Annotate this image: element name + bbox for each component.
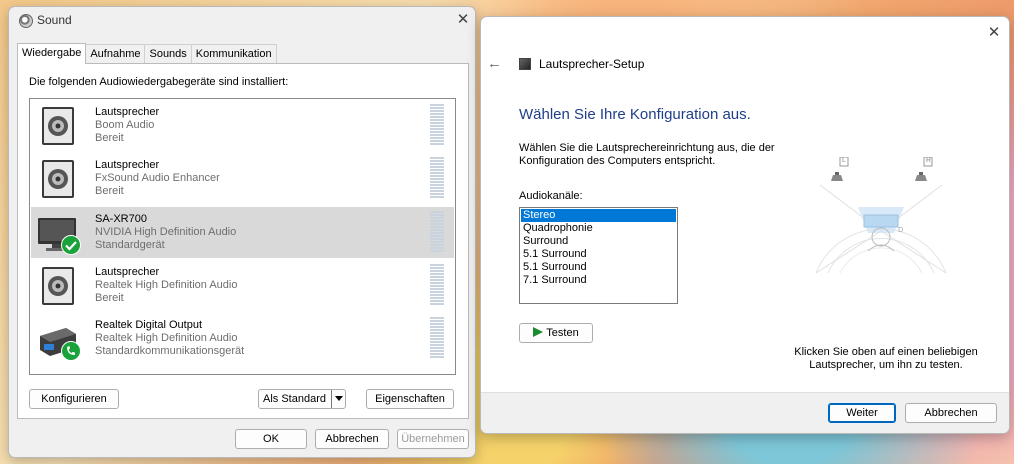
speaker-setup-dialog: ✕ ← Lautsprecher-Setup Wählen Sie Ihre K… — [480, 16, 1010, 434]
left-speaker-label: L — [842, 157, 846, 164]
left-speaker-icon[interactable] — [828, 157, 850, 185]
channel-option[interactable]: 7.1 Surround — [521, 274, 676, 287]
hint-text: Klicken Sie oben auf einen beliebigen La… — [794, 346, 978, 371]
device-driver: Realtek High Definition Audio — [95, 279, 238, 291]
device-driver: NVIDIA High Definition Audio — [95, 226, 237, 238]
channels-listbox[interactable]: Stereo Quadrophonie Surround 5.1 Surroun… — [519, 207, 678, 304]
device-row[interactable]: Lautsprecher Realtek High Definition Aud… — [31, 260, 454, 311]
device-driver: FxSound Audio Enhancer — [95, 172, 220, 184]
device-status: Standardkommunikationsgerät — [95, 345, 245, 357]
window-title: Sound — [37, 13, 72, 27]
device-driver: Realtek High Definition Audio — [95, 332, 238, 344]
cancel-button[interactable]: Abbrechen — [905, 403, 997, 423]
play-icon — [533, 327, 544, 337]
tab-aufnahme[interactable]: Aufnahme — [85, 44, 146, 63]
tab-kommunikation[interactable]: Kommunikation — [190, 44, 277, 63]
tab-wiedergabe[interactable]: Wiedergabe — [17, 43, 87, 64]
device-row[interactable]: Lautsprecher FxSound Audio Enhancer Bere… — [31, 153, 454, 204]
cancel-button[interactable]: Abbrechen — [315, 429, 389, 449]
level-meter — [430, 211, 444, 253]
configure-button[interactable]: Konfigurieren — [29, 389, 119, 409]
device-name: Lautsprecher — [95, 159, 160, 171]
channel-option[interactable]: Quadrophonie — [521, 222, 676, 235]
device-status: Standardgerät — [95, 239, 165, 251]
phone-icon — [61, 341, 81, 361]
channel-option[interactable]: 5.1 Surround — [521, 248, 676, 261]
channels-label: Audiokanäle: — [519, 190, 583, 202]
back-arrow-icon[interactable]: ← — [487, 55, 502, 72]
speaker-icon — [42, 267, 74, 305]
speaker-icon — [42, 107, 74, 145]
close-icon[interactable]: ✕ — [455, 12, 471, 28]
properties-button[interactable]: Eigenschaften — [366, 389, 454, 409]
device-row-selected[interactable]: SA-XR700 NVIDIA High Definition Audio St… — [31, 207, 454, 258]
set-default-label: Als Standard — [263, 393, 326, 405]
device-driver: Boom Audio — [95, 119, 155, 131]
level-meter — [430, 317, 444, 359]
apply-button[interactable]: Übernehmen — [397, 429, 469, 449]
channel-option[interactable]: 5.1 Surround — [521, 261, 676, 274]
device-name: Lautsprecher — [95, 266, 160, 278]
device-row[interactable]: Lautsprecher Boom Audio Bereit — [31, 100, 454, 151]
device-status: Bereit — [95, 185, 124, 197]
level-meter — [430, 104, 444, 146]
device-status: Bereit — [95, 292, 124, 304]
tab-sounds[interactable]: Sounds — [144, 44, 192, 63]
speaker-icon — [42, 160, 74, 198]
device-list: Lautsprecher Boom Audio Bereit Lautsprec… — [29, 98, 456, 375]
device-row[interactable]: Realtek Digital Output Realtek High Defi… — [31, 313, 454, 364]
device-name: Lautsprecher — [95, 106, 160, 118]
speaker-setup-icon — [519, 58, 531, 70]
sound-dialog: Sound ✕ Wiedergabe Aufnahme Sounds Kommu… — [8, 6, 476, 458]
check-icon — [61, 235, 81, 255]
title-bar[interactable]: Sound ✕ — [9, 7, 475, 35]
tab-strip: Wiedergabe Aufnahme Sounds Kommunikation — [17, 43, 277, 64]
next-button[interactable]: Weiter — [828, 403, 896, 423]
device-name: SA-XR700 — [95, 213, 147, 225]
dialog-footer: Weiter Abbrechen — [481, 392, 1009, 433]
ok-button[interactable]: OK — [235, 429, 307, 449]
window-title: Lautsprecher-Setup — [539, 57, 645, 71]
intro-text: Die folgenden Audiowiedergabegeräte sind… — [29, 76, 289, 88]
playback-panel: Die folgenden Audiowiedergabegeräte sind… — [17, 63, 469, 419]
level-meter — [430, 157, 444, 199]
svg-text:D: D — [898, 226, 903, 234]
channel-option-selected[interactable]: Stereo — [521, 209, 676, 222]
page-heading: Wählen Sie Ihre Konfiguration aus. — [519, 106, 751, 123]
device-status: Bereit — [95, 132, 124, 144]
level-meter — [430, 264, 444, 306]
sound-app-icon — [19, 14, 33, 28]
set-default-button[interactable]: Als Standard — [258, 389, 346, 409]
test-button[interactable]: Testen — [519, 323, 593, 343]
test-button-label: Testen — [546, 327, 579, 339]
device-name: Realtek Digital Output — [95, 319, 202, 331]
chevron-down-icon[interactable] — [331, 390, 345, 408]
close-icon[interactable]: ✕ — [986, 25, 1002, 41]
right-speaker-label: R — [926, 157, 932, 164]
channel-option[interactable]: Surround — [521, 235, 676, 248]
description-text: Wählen Sie die Lautsprechereinrichtung a… — [519, 142, 775, 167]
